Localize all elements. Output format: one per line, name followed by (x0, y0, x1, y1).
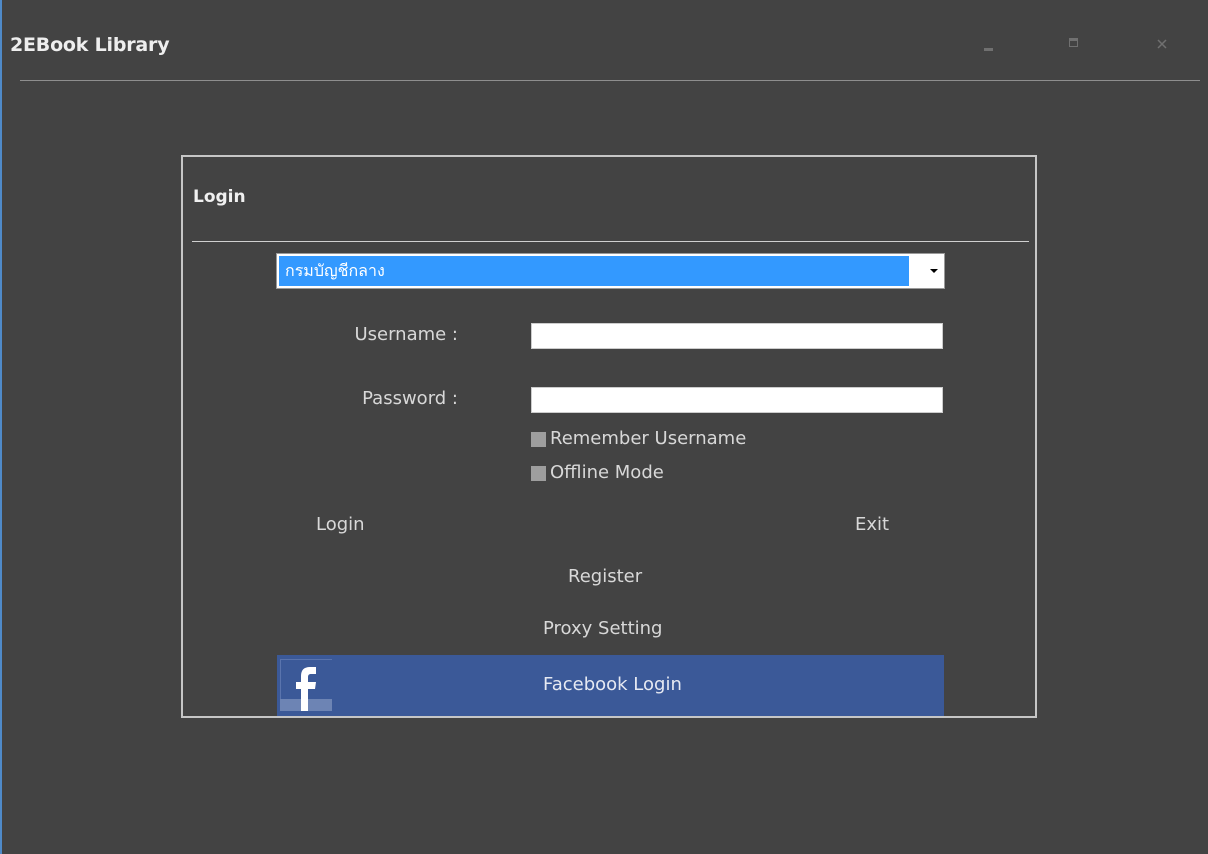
username-label: Username : (354, 324, 458, 345)
app-window: 2EBook Library Login กรมบัญชีกลาง Userna… (0, 0, 1208, 854)
remember-username-label: Remember Username (550, 427, 747, 449)
remember-username-checkbox[interactable]: Remember Username (531, 427, 746, 449)
facebook-icon (280, 659, 332, 711)
offline-mode-label: Offline Mode (550, 461, 664, 483)
login-panel-separator (192, 241, 1029, 242)
organization-select-value: กรมบัญชีกลาง (279, 256, 909, 286)
password-label: Password : (362, 388, 458, 409)
password-input[interactable] (531, 387, 943, 413)
chevron-down-icon[interactable] (930, 269, 938, 273)
register-button[interactable]: Register (568, 566, 642, 587)
facebook-login-button[interactable]: Facebook Login (277, 655, 944, 716)
login-button[interactable]: Login (316, 514, 365, 535)
offline-mode-checkbox-box[interactable] (531, 465, 546, 481)
login-panel-title: Login (193, 187, 246, 207)
close-icon[interactable] (1152, 34, 1176, 54)
facebook-login-label: Facebook Login (543, 674, 682, 695)
title-bar[interactable]: 2EBook Library (2, 0, 1208, 82)
organization-select[interactable]: กรมบัญชีกลาง (276, 253, 945, 289)
exit-button[interactable]: Exit (855, 514, 889, 535)
proxy-setting-button[interactable]: Proxy Setting (543, 618, 662, 639)
minimize-icon[interactable] (979, 34, 1003, 54)
window-title: 2EBook Library (10, 34, 170, 56)
username-input[interactable] (531, 323, 943, 349)
title-separator (20, 80, 1200, 81)
offline-mode-checkbox[interactable]: Offline Mode (531, 461, 664, 483)
maximize-icon[interactable] (1064, 34, 1088, 54)
remember-username-checkbox-box[interactable] (531, 431, 546, 447)
